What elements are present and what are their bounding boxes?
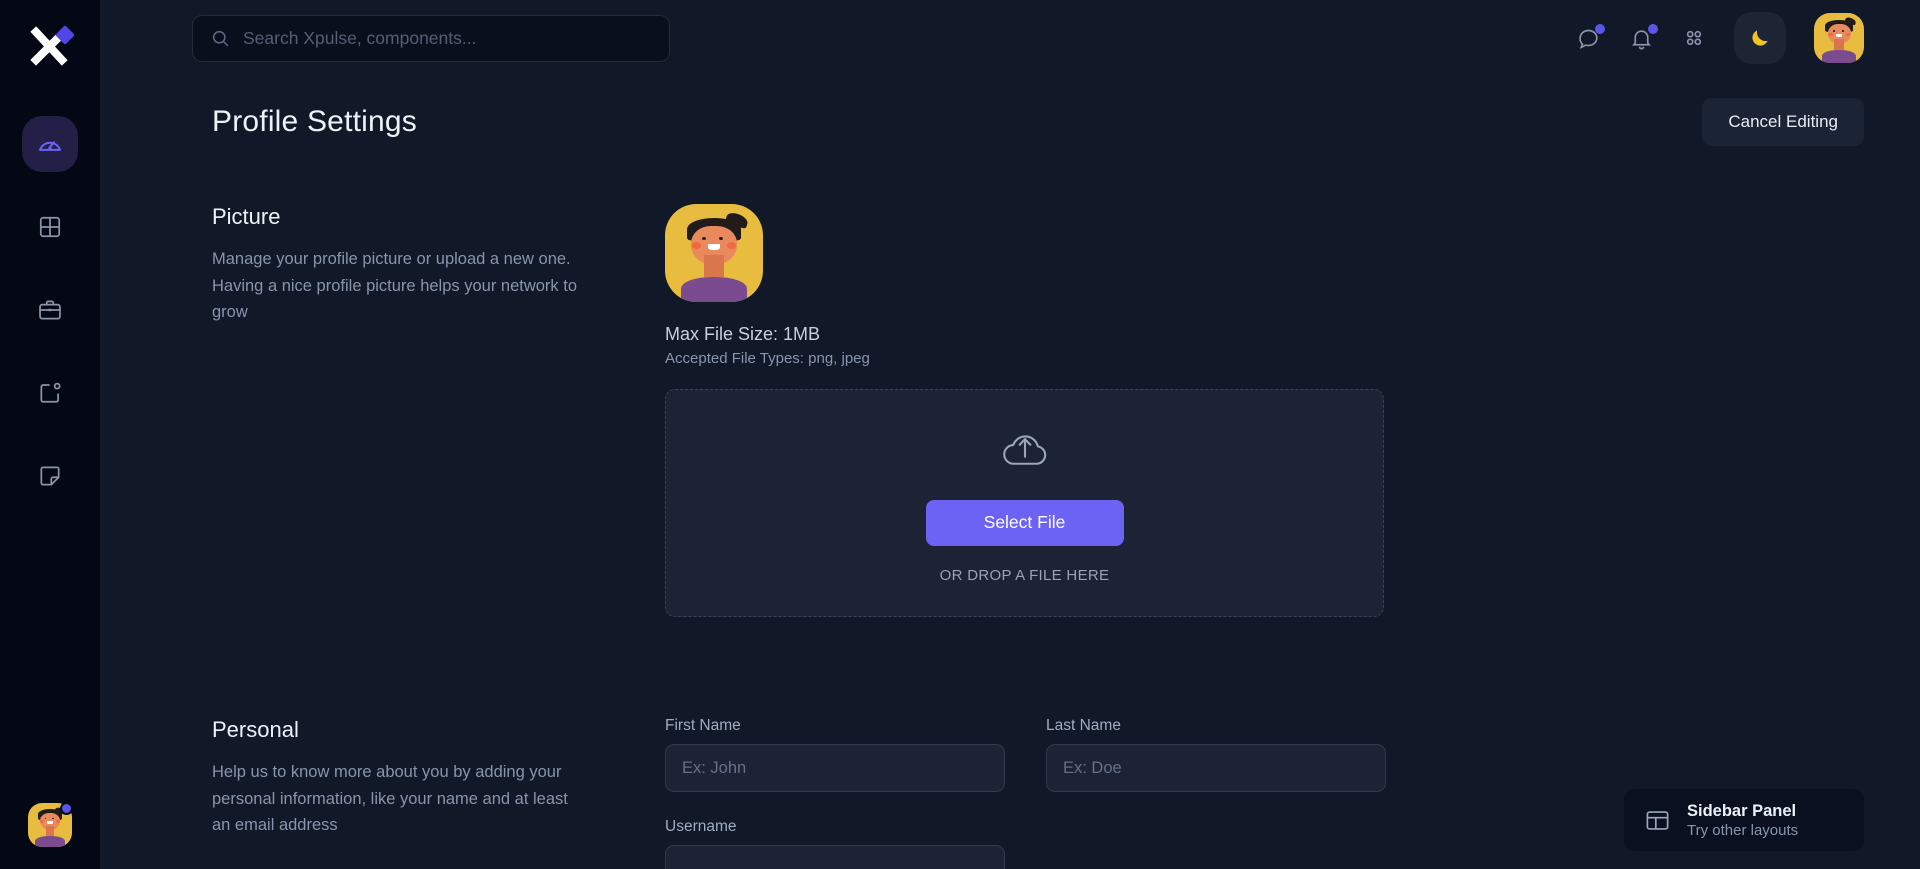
cancel-editing-button[interactable]: Cancel Editing [1702, 98, 1864, 146]
avatar-body [35, 836, 65, 847]
max-file-size-text: Max File Size: 1MB [665, 324, 1920, 345]
sidebar-item-notes[interactable] [22, 448, 78, 504]
last-name-input[interactable] [1046, 744, 1386, 792]
search-box[interactable]: Search Xpulse, components... [192, 15, 670, 62]
moon-icon [1747, 25, 1773, 51]
notifications-badge [1648, 24, 1658, 34]
grid-icon [37, 214, 63, 240]
avatar-mouth [1836, 34, 1842, 37]
accepted-file-types-text: Accepted File Types: png, jpeg [665, 350, 1920, 367]
sidebar-item-widgets[interactable] [22, 365, 78, 421]
avatar-cheek-right [727, 242, 736, 249]
online-status-badge [60, 802, 73, 815]
left-sidebar-rail [0, 0, 100, 869]
personal-section-description: Help us to know more about you by adding… [212, 759, 584, 839]
picture-section-title: Picture [212, 204, 584, 230]
last-name-label: Last Name [1046, 717, 1386, 735]
layout-panel-icon [1644, 807, 1671, 834]
sidebar-item-dashboard[interactable] [22, 116, 78, 172]
sidebar-panel-subtitle: Try other layouts [1687, 822, 1798, 839]
sidebar-panel-title: Sidebar Panel [1687, 802, 1798, 821]
personal-section-info: Personal Help us to know more about you … [212, 717, 624, 869]
xpulse-logo[interactable] [22, 18, 78, 74]
personal-section-title: Personal [212, 717, 584, 743]
avatar-cheek-right [1846, 33, 1851, 37]
avatar-body [1822, 50, 1856, 63]
notifications-button[interactable] [1629, 26, 1654, 51]
username-input[interactable] [665, 845, 1005, 869]
messages-button[interactable] [1576, 26, 1601, 51]
current-profile-picture [665, 204, 763, 302]
content-area: Picture Manage your profile picture or u… [100, 204, 1920, 869]
avatar-neck [46, 826, 55, 836]
cloud-upload-icon [997, 423, 1053, 478]
page-header: Profile Settings Cancel Editing [100, 76, 1920, 146]
sidebar-item-projects[interactable] [22, 282, 78, 338]
picture-section-info: Picture Manage your profile picture or u… [212, 204, 624, 617]
username-field-group: Username [665, 818, 1005, 869]
avatar-eye-left [1833, 30, 1835, 32]
rail-nav-list [0, 116, 100, 504]
picture-section-description: Manage your profile picture or upload a … [212, 246, 584, 326]
search-icon [210, 28, 231, 49]
username-label: Username [665, 818, 1005, 836]
first-name-label: First Name [665, 717, 1005, 735]
page-title: Profile Settings [212, 105, 417, 139]
avatar-body [681, 277, 748, 302]
avatar-eye-right [1842, 30, 1844, 32]
theme-toggle-button[interactable] [1734, 12, 1786, 64]
sidebar-panel-widget[interactable]: Sidebar Panel Try other layouts [1624, 789, 1864, 851]
top-actions [1576, 12, 1864, 64]
apps-button[interactable] [1682, 26, 1706, 50]
sidebar-panel-text: Sidebar Panel Try other layouts [1687, 802, 1798, 839]
main-area: Search Xpulse, components... [100, 0, 1920, 869]
avatar [1814, 13, 1864, 63]
avatar-cheek-left [1828, 33, 1833, 37]
last-name-field-group: Last Name [1046, 717, 1386, 792]
file-dropzone[interactable]: Select File OR DROP A FILE HERE [665, 389, 1384, 617]
avatar-mouth [708, 244, 720, 250]
top-header: Search Xpulse, components... [100, 0, 1920, 76]
briefcase-icon [37, 297, 63, 323]
speedometer-icon [36, 130, 64, 158]
search-input[interactable]: Search Xpulse, components... [243, 28, 476, 49]
messages-badge [1595, 24, 1605, 34]
avatar-mouth [47, 821, 52, 824]
square-dot-icon [37, 380, 63, 406]
avatar-cheek-right [56, 820, 60, 823]
sidebar-item-apps[interactable] [22, 199, 78, 255]
picture-section: Picture Manage your profile picture or u… [212, 204, 1920, 617]
sticker-icon [37, 463, 63, 489]
drop-file-hint: OR DROP A FILE HERE [940, 567, 1110, 584]
sidebar-profile-avatar[interactable] [28, 803, 72, 847]
first-name-field-group: First Name [665, 717, 1005, 792]
select-file-button[interactable]: Select File [926, 500, 1124, 546]
name-fields-row: First Name Last Name [665, 717, 1920, 792]
first-name-input[interactable] [665, 744, 1005, 792]
logo-icon [22, 18, 78, 74]
picture-section-controls: Max File Size: 1MB Accepted File Types: … [624, 204, 1920, 617]
avatar-neck [704, 255, 724, 277]
avatar-neck [1834, 39, 1844, 50]
apps-grid-icon [1682, 26, 1706, 50]
app-root: Search Xpulse, components... [0, 0, 1920, 869]
profile-avatar-button[interactable] [1814, 13, 1864, 63]
